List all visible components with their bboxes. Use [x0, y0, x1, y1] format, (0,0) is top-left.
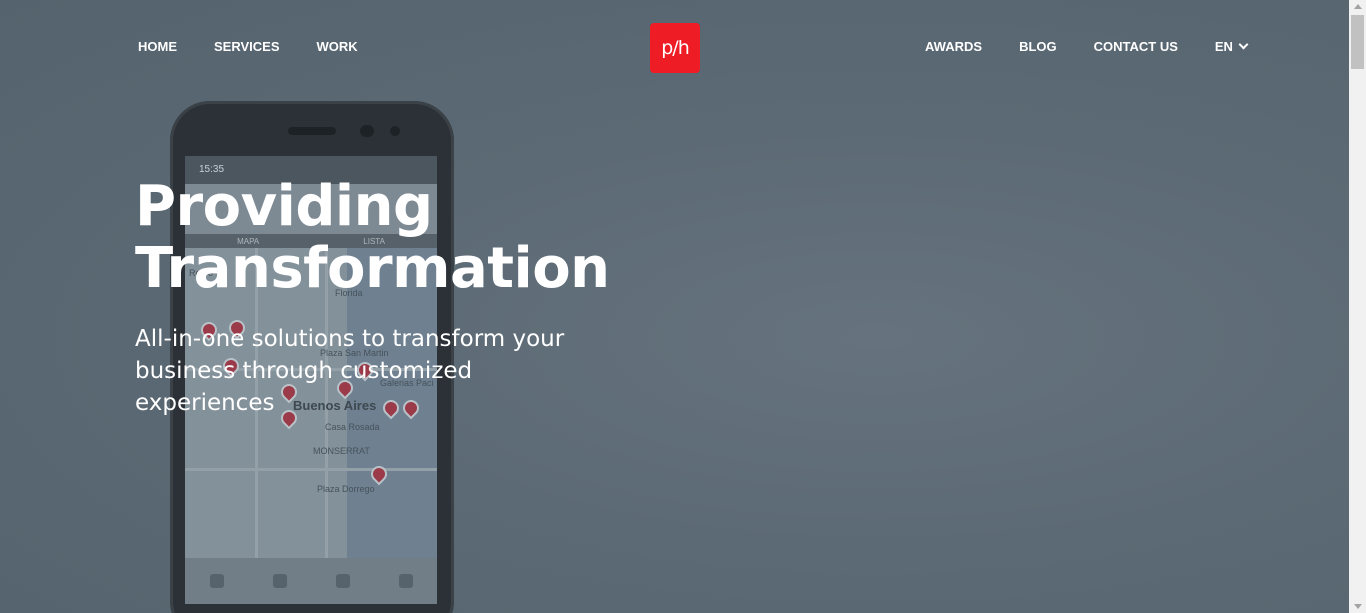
nav-work-link[interactable]: WORK [317, 39, 358, 54]
search-icon [209, 574, 224, 588]
language-selector[interactable]: EN [1214, 39, 1249, 54]
nav-awards-link[interactable]: AWARDS [925, 39, 982, 54]
scroll-down-arrow-icon[interactable] [1354, 604, 1362, 609]
phone-speaker [288, 127, 336, 135]
phone-camera [360, 125, 374, 137]
map-label: MONSERRAT [313, 446, 370, 456]
main-nav-left: HOME SERVICES WORK [138, 39, 358, 54]
handshake-icon [398, 574, 413, 588]
nav-home-link[interactable]: HOME [138, 39, 177, 54]
nav-services-link[interactable]: SERVICES [214, 39, 280, 54]
page-scrollbar[interactable] [1349, 0, 1366, 613]
language-label: EN [1214, 39, 1233, 54]
nav-blog-link[interactable]: BLOG [1019, 39, 1057, 54]
hero-section: 15:35 MAPA LISTA Retiro Florida Plaza Sa… [0, 0, 1349, 613]
main-nav-right: AWARDS BLOG CONTACT US EN [925, 39, 1249, 54]
chevron-down-icon [1238, 39, 1249, 50]
map-road [185, 468, 437, 471]
phone-sensor [390, 126, 400, 136]
hero-headline-line1: Providing [135, 174, 433, 239]
phone-tab-bar [185, 558, 437, 604]
scroll-thumb[interactable] [1351, 15, 1364, 69]
map-label: Plaza Dorrego [317, 484, 375, 494]
hero-headline: Providing Transformation [135, 176, 735, 300]
brand-logo[interactable]: p/h [650, 23, 700, 73]
map-label: Casa Rosada [325, 422, 380, 432]
profile-icon [272, 574, 287, 588]
heart-icon [335, 574, 350, 588]
hero-subline: All-in-one solutions to transform your b… [135, 326, 565, 416]
nav-contact-link[interactable]: CONTACT US [1094, 39, 1178, 54]
scroll-up-arrow-icon[interactable] [1354, 4, 1362, 9]
hero-headline-line2: Transformation [135, 236, 610, 301]
